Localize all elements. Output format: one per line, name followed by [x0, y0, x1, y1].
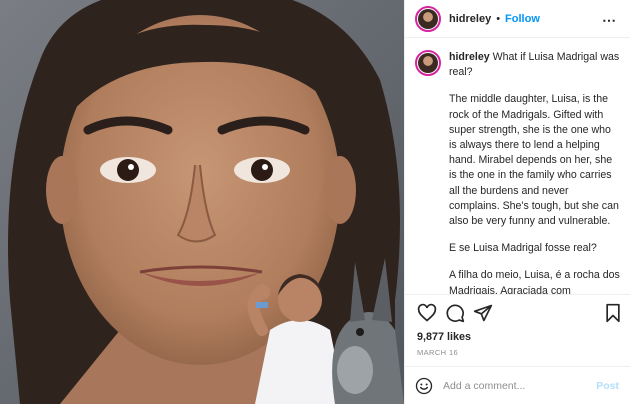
comment-input[interactable]	[443, 379, 583, 392]
caption: hidreley What if Luisa Madrigal was real…	[405, 38, 630, 294]
post-image[interactable]	[0, 0, 404, 404]
header-username[interactable]: hidreley	[449, 13, 491, 25]
post-date: MARCH 16	[417, 348, 459, 357]
post-button[interactable]: Post	[596, 380, 619, 392]
bookmark-icon[interactable]	[603, 303, 623, 323]
caption-username[interactable]: hidreley	[449, 51, 490, 63]
follow-button[interactable]: Follow	[505, 13, 540, 25]
emoji-icon[interactable]	[415, 377, 433, 395]
more-icon[interactable]: ⋯	[602, 12, 617, 29]
comment-icon[interactable]	[445, 303, 465, 323]
share-icon[interactable]	[473, 303, 493, 323]
action-bar	[405, 294, 630, 328]
likes-count[interactable]: 9,877 likes	[417, 331, 471, 343]
comment-box: Post	[405, 366, 630, 404]
avatar[interactable]	[415, 5, 441, 32]
caption-paragraph: The middle daughter, Luisa, is the rock …	[449, 93, 619, 228]
post-sidebar: hidreley • Follow ⋯ hidreley What if Lui…	[404, 0, 630, 404]
caption-paragraph: A filha do meio, Luisa, é a rocha dos Ma…	[449, 269, 620, 294]
post-header: hidreley • Follow ⋯	[405, 0, 630, 38]
heart-icon[interactable]	[417, 303, 437, 323]
caption-paragraph: E se Luisa Madrigal fosse real?	[449, 242, 597, 255]
portrait-illustration	[0, 0, 404, 404]
caption-avatar[interactable]	[415, 50, 441, 76]
separator-dot: •	[496, 12, 501, 25]
